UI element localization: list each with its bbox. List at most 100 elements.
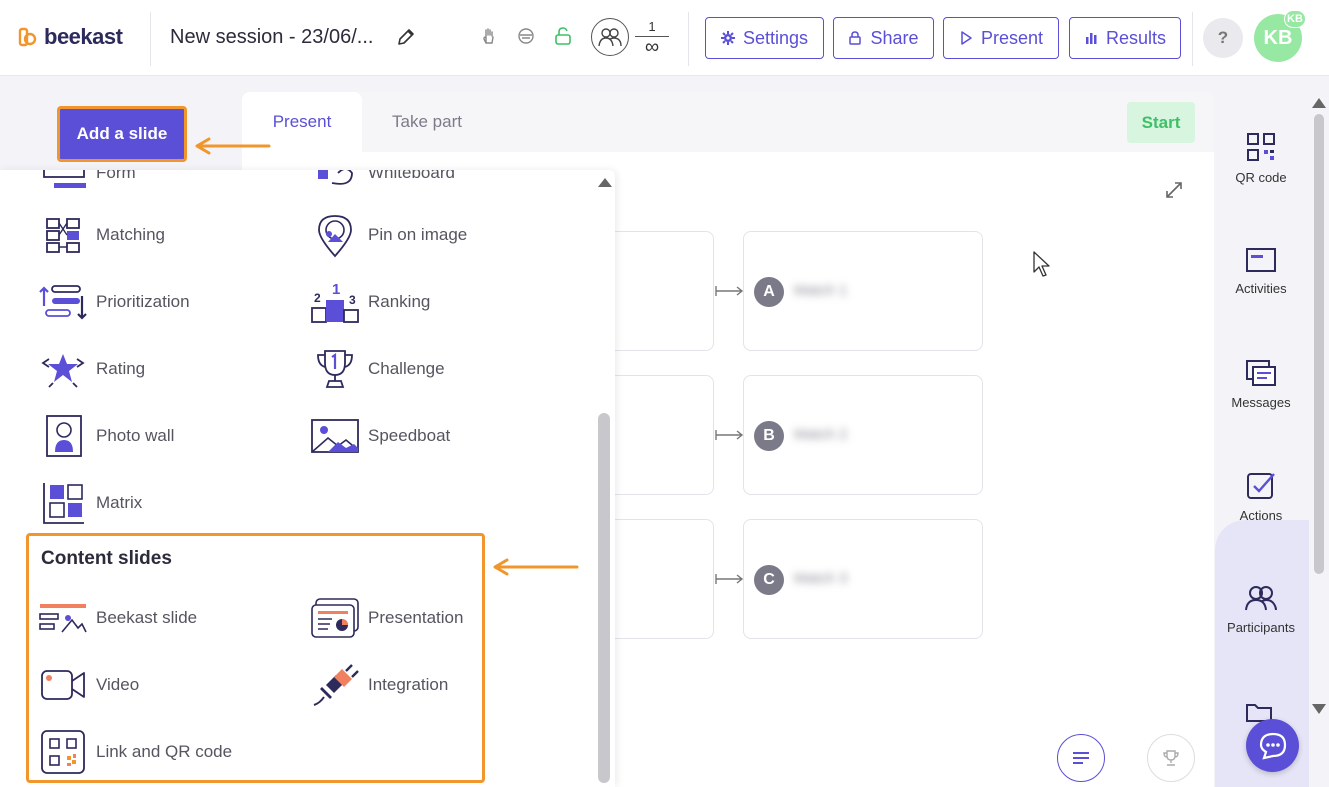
content-slides-title: Content slides: [41, 548, 172, 569]
results-button[interactable]: Results: [1069, 17, 1181, 59]
gear-icon: [720, 31, 735, 45]
share-label: Share: [870, 27, 919, 48]
slide-type-pin-on-image[interactable]: Pin on image: [310, 210, 467, 260]
matching-icon: [38, 210, 88, 260]
list-view-button[interactable]: [1057, 734, 1105, 782]
slide-type-label: Video: [96, 675, 140, 694]
link-arrow-icon: [715, 430, 744, 440]
link-arrow-icon: [715, 286, 744, 296]
match-text: Match 1: [794, 282, 848, 299]
slide-type-prioritization[interactable]: Prioritization: [38, 277, 190, 327]
unlock-icon[interactable]: [553, 26, 573, 46]
photo-portrait-icon: [38, 411, 88, 461]
qr-code-icon: [1247, 132, 1275, 161]
ranking-digit-3: 3: [349, 293, 356, 307]
pencil-icon[interactable]: [396, 27, 416, 47]
match-left-box: [612, 375, 714, 495]
sidebar-item-qr-code[interactable]: QR code: [1215, 113, 1307, 203]
slide-type-label: Link and QR code: [96, 742, 233, 761]
match-left-box: [612, 231, 714, 351]
sidebar-scroll-down[interactable]: [1312, 704, 1326, 714]
star-icon: [38, 344, 88, 394]
sidebar-item-label: Activities: [1235, 280, 1287, 296]
bar-chart-icon: [1085, 33, 1097, 44]
prioritization-icon: [38, 277, 88, 327]
slide-type-whiteboard[interactable]: Whiteboard: [310, 170, 455, 198]
anonymous-mask-icon[interactable]: [516, 26, 536, 46]
match-letter: C: [754, 565, 784, 595]
messages-icon: [1246, 359, 1276, 386]
presentation-icon: [310, 593, 360, 643]
tab-take-part[interactable]: Take part: [362, 92, 492, 152]
share-button[interactable]: Share: [833, 17, 934, 59]
participants-max: ∞: [644, 36, 660, 58]
slide-type-photo-wall[interactable]: Photo wall: [38, 411, 174, 461]
whiteboard-icon: [310, 170, 360, 198]
start-button[interactable]: Start: [1127, 102, 1195, 143]
sidebar-item-label: Actions: [1239, 507, 1283, 523]
menu-scrollbar-thumb[interactable]: [598, 413, 610, 783]
podium-icon: 1 2 3: [310, 277, 360, 327]
view-tabs: Present Take part Start: [242, 92, 1214, 152]
settings-button[interactable]: Settings: [705, 17, 824, 59]
slide-type-speedboat[interactable]: Speedboat: [310, 411, 450, 461]
slide-type-integration[interactable]: Integration: [310, 660, 448, 710]
pointer-arrow-icon: [493, 558, 579, 576]
slide-type-label: Speedboat: [368, 426, 451, 445]
sidebar-item-participants[interactable]: Participants: [1215, 564, 1307, 654]
slide-type-label: Prioritization: [96, 292, 190, 311]
sidebar-item-actions[interactable]: Actions: [1215, 451, 1307, 541]
slide-type-video[interactable]: Video: [38, 660, 139, 710]
slide-type-beekast-slide[interactable]: Beekast slide: [38, 593, 197, 643]
logo-text: beekast: [44, 24, 123, 49]
match-right-box: C Match 3: [743, 519, 983, 639]
sidebar-item-label: QR code: [1235, 169, 1287, 185]
slide-type-challenge[interactable]: Challenge: [310, 344, 445, 394]
header-divider: [1192, 12, 1193, 66]
slide-type-label: Matching: [96, 225, 165, 244]
present-button[interactable]: Present: [943, 17, 1059, 59]
slide-type-matrix[interactable]: Matrix: [38, 478, 142, 528]
sidebar-scroll-up[interactable]: [1312, 98, 1326, 108]
mouse-cursor-icon: [1033, 251, 1050, 277]
ranking-digit-2: 2: [314, 291, 321, 305]
scroll-up-arrow[interactable]: [598, 178, 612, 187]
slide-type-label: Pin on image: [368, 225, 468, 244]
pointer-arrow-icon: [195, 137, 271, 155]
slide-type-label: Beekast slide: [96, 608, 198, 627]
slide-type-label: Matrix: [96, 493, 143, 512]
session-title[interactable]: New session - 23/06/...: [170, 26, 373, 49]
matrix-grid-icon: [38, 478, 88, 528]
slide-type-ranking[interactable]: 1 2 3 Ranking: [310, 277, 430, 327]
help-button[interactable]: ?: [1203, 18, 1243, 58]
slide-type-form[interactable]: Form: [38, 170, 136, 198]
list-icon: [1073, 752, 1089, 764]
logo[interactable]: beekast: [18, 24, 123, 50]
slide-type-label: Whiteboard: [368, 170, 455, 182]
ranking-digit-1: 1: [332, 281, 340, 298]
match-left-box: [612, 519, 714, 639]
beekast-logo-icon: [18, 27, 37, 47]
chat-support-button[interactable]: [1246, 719, 1299, 772]
slide-type-presentation[interactable]: Presentation: [310, 593, 463, 643]
sidebar-item-messages[interactable]: Messages: [1215, 339, 1307, 429]
expand-icon[interactable]: [1164, 180, 1184, 200]
sidebar-scrollbar-thumb[interactable]: [1314, 114, 1324, 574]
trophy-icon: [310, 344, 360, 394]
match-letter: A: [754, 277, 784, 307]
slides-icon: [1246, 247, 1276, 272]
match-right-box: A Match 1: [743, 231, 983, 351]
raise-hand-icon[interactable]: [479, 26, 499, 46]
trophy-button[interactable]: [1147, 734, 1195, 782]
sidebar-item-label: Messages: [1231, 394, 1291, 410]
beekast-slide-icon: [38, 593, 88, 643]
sidebar-item-activities[interactable]: Activities: [1215, 226, 1307, 316]
participants-limit[interactable]: 1 ∞: [591, 18, 669, 58]
slide-type-matching[interactable]: Matching: [38, 210, 165, 260]
present-label: Present: [980, 27, 1044, 48]
slide-type-link-qr-code[interactable]: Link and QR code: [38, 727, 232, 777]
play-icon: [961, 31, 972, 45]
map-pin-icon: [310, 210, 360, 260]
add-slide-button[interactable]: Add a slide: [57, 106, 187, 162]
slide-type-rating[interactable]: Rating: [38, 344, 145, 394]
